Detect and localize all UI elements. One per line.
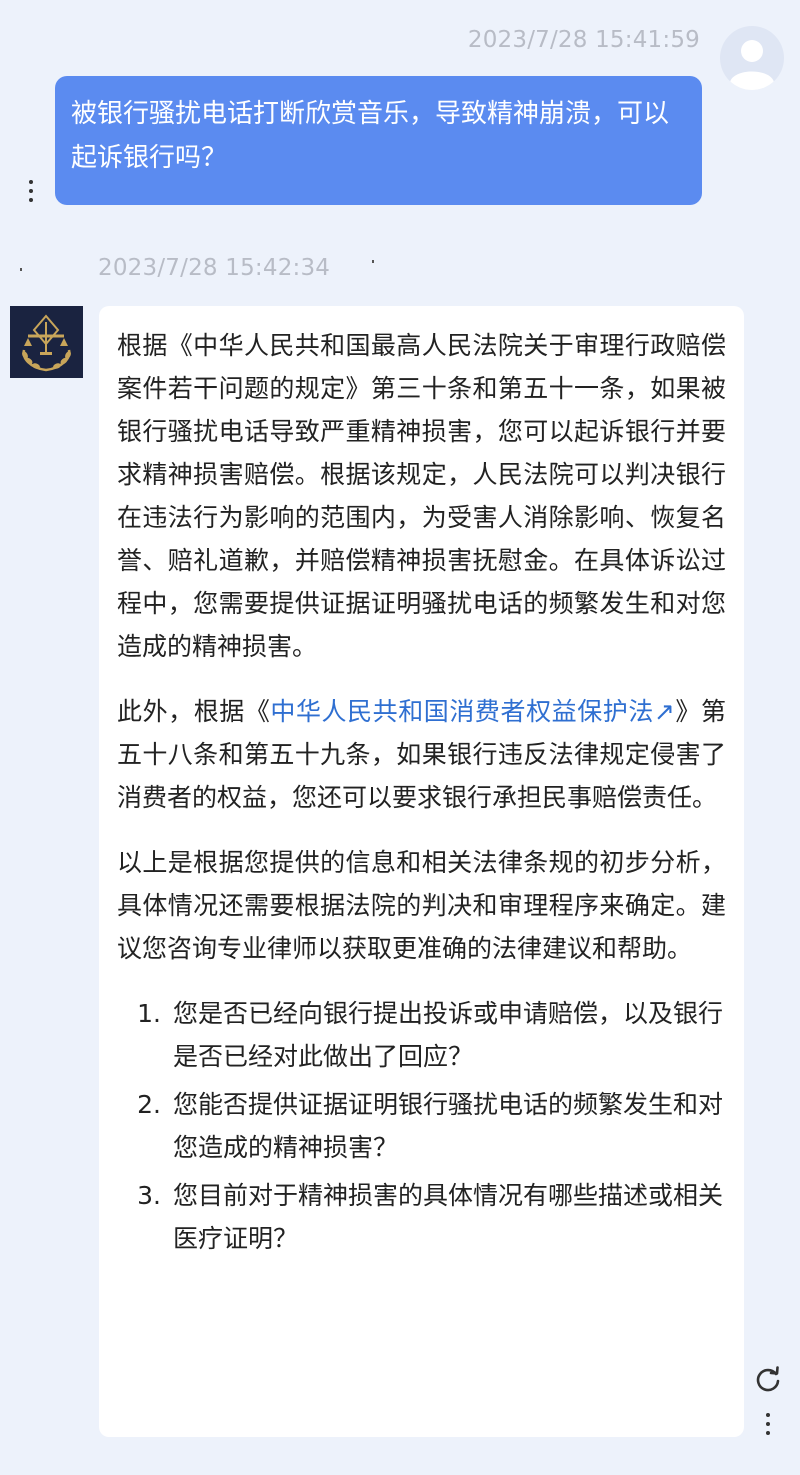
follow-up-question-list: 1. 您是否已经向银行提出投诉或申请赔偿，以及银行是否已经对此做出了回应？ 2.… bbox=[117, 992, 726, 1260]
stray-mark bbox=[20, 268, 22, 271]
user-message-text: 被银行骚扰电话打断欣赏音乐，导致精神崩溃，可以起诉银行吗？ bbox=[71, 99, 670, 173]
answer-paragraph-3: 以上是根据您提供的信息和相关法律条规的初步分析，具体情况还需要根据法院的判决和审… bbox=[117, 848, 726, 963]
paragraph-2-prefix: 此外，根据《 bbox=[117, 697, 271, 726]
list-item[interactable]: 2. 您能否提供证据证明银行骚扰电话的频繁发生和对您造成的精神损害？ bbox=[117, 1083, 726, 1169]
bot-message-bubble: 根据《中华人民共和国最高人民法院关于审理行政赔偿案件若干问题的规定》第三十条和第… bbox=[99, 306, 744, 1437]
list-item-number: 3. bbox=[137, 1181, 161, 1210]
list-item[interactable]: 3. 您目前对于精神损害的具体情况有哪些描述或相关医疗证明？ bbox=[117, 1174, 726, 1260]
user-message-bubble: 被银行骚扰电话打断欣赏音乐，导致精神崩溃，可以起诉银行吗？ bbox=[55, 76, 702, 205]
user-message-more-icon[interactable] bbox=[26, 180, 36, 202]
stray-mark bbox=[372, 260, 374, 263]
answer-paragraph-1: 根据《中华人民共和国最高人民法院关于审理行政赔偿案件若干问题的规定》第三十条和第… bbox=[117, 331, 726, 661]
consumer-protection-law-link[interactable]: 中华人民共和国消费者权益保护法↗ bbox=[270, 697, 674, 726]
bot-message-more-icon[interactable] bbox=[763, 1413, 773, 1435]
user-avatar-icon[interactable] bbox=[720, 26, 784, 90]
list-item-number: 2. bbox=[137, 1090, 161, 1119]
list-item-text: 您能否提供证据证明银行骚扰电话的频繁发生和对您造成的精神损害？ bbox=[173, 1090, 724, 1162]
law-scales-logo-icon bbox=[10, 306, 83, 378]
list-item-text: 您是否已经向银行提出投诉或申请赔偿，以及银行是否已经对此做出了回应？ bbox=[173, 999, 724, 1071]
list-item-text: 您目前对于精神损害的具体情况有哪些描述或相关医疗证明？ bbox=[173, 1181, 724, 1253]
answer-paragraph-2: 此外，根据《中华人民共和国消费者权益保护法↗》第五十八条和第五十九条，如果银行违… bbox=[117, 690, 726, 819]
bot-message-timestamp: 2023/7/28 15:42:34 bbox=[98, 255, 331, 281]
list-item[interactable]: 1. 您是否已经向银行提出投诉或申请赔偿，以及银行是否已经对此做出了回应？ bbox=[117, 992, 726, 1078]
refresh-icon[interactable] bbox=[754, 1365, 782, 1393]
user-message-timestamp: 2023/7/28 15:41:59 bbox=[467, 27, 700, 53]
list-item-number: 1. bbox=[137, 999, 161, 1028]
